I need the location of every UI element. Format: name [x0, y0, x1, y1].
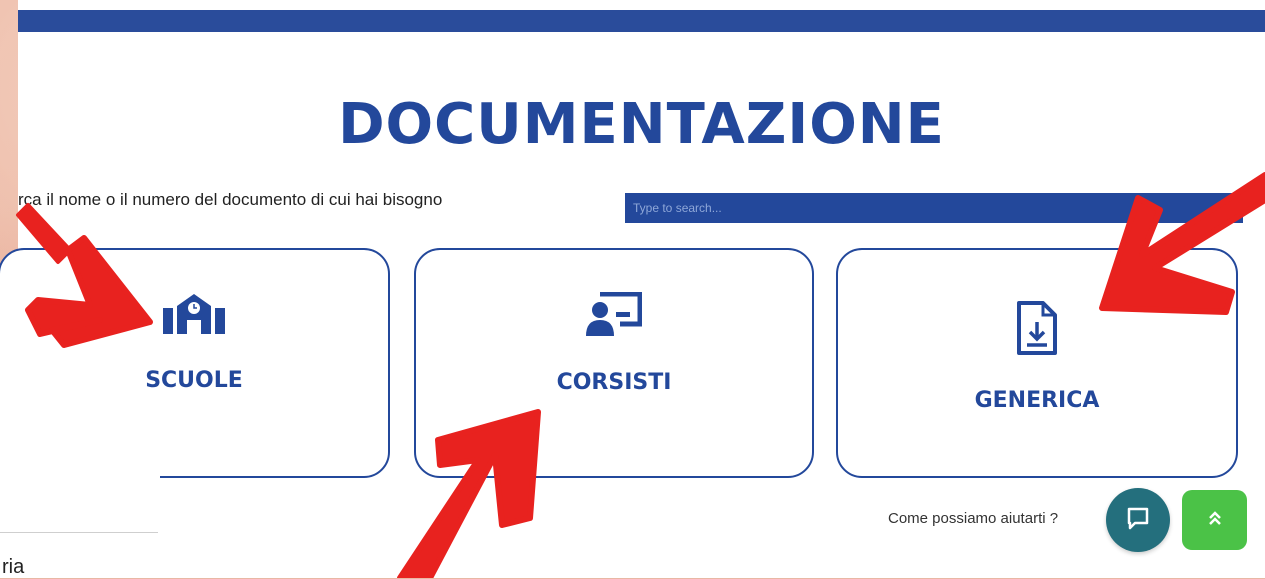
search-icon[interactable]: [1213, 193, 1243, 223]
chat-button[interactable]: [1106, 488, 1170, 552]
documentation-page: DOCUMENTAZIONE rca il nome o il numero d…: [0, 0, 1265, 578]
top-bar: [18, 10, 1265, 32]
card-label-generica: GENERICA: [974, 388, 1100, 413]
divider: [0, 532, 158, 533]
help-text: Come possiamo aiutarti ?: [888, 510, 1059, 527]
left-side-panel: ria: [0, 398, 160, 578]
card-label-corsisti: CORSISTI: [556, 370, 672, 395]
card-corsisti[interactable]: CORSISTI: [414, 248, 814, 478]
card-label-scuole: SCUOLE: [145, 368, 243, 393]
search-hint: rca il nome o il numero del documento di…: [18, 190, 443, 209]
document-download-icon: [1015, 300, 1059, 361]
chat-icon: [1125, 505, 1151, 536]
search-input[interactable]: [625, 192, 1213, 224]
school-icon: [163, 292, 225, 341]
teacher-board-icon: [586, 291, 643, 343]
search-bar[interactable]: [625, 192, 1243, 224]
card-generica[interactable]: GENERICA: [836, 248, 1238, 478]
page-title: DOCUMENTAZIONE: [338, 92, 945, 157]
chevron-double-up-icon: [1207, 510, 1223, 531]
scroll-top-button[interactable]: [1182, 490, 1247, 550]
side-text-fragment: ria: [2, 556, 25, 578]
